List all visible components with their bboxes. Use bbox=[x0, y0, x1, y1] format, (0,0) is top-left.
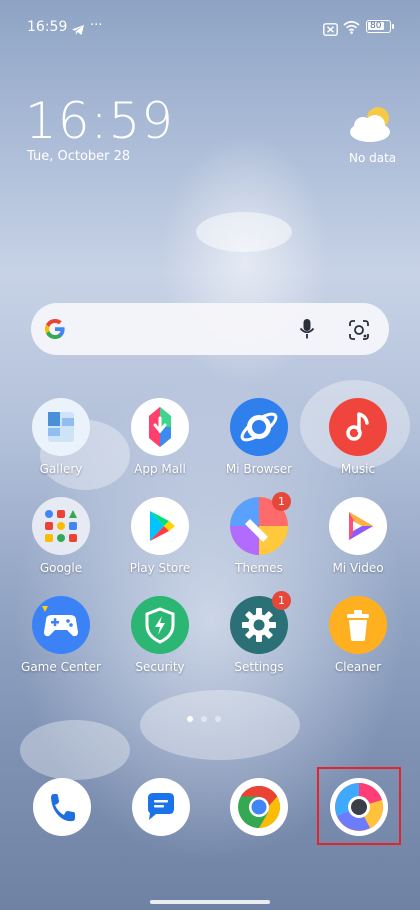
app-gallery[interactable]: Gallery bbox=[13, 398, 109, 476]
status-time: 16:59 bbox=[27, 19, 68, 35]
app-label: Game Center bbox=[21, 660, 101, 674]
app-label: Cleaner bbox=[334, 660, 382, 674]
app-label: Themes bbox=[235, 561, 283, 575]
shield-icon bbox=[131, 596, 189, 654]
highlight-box bbox=[317, 767, 401, 845]
app-label: Settings bbox=[234, 660, 284, 674]
battery-level: 80 bbox=[370, 21, 382, 31]
page-dot bbox=[215, 716, 221, 722]
mi-browser-icon bbox=[230, 398, 288, 456]
play-store-icon bbox=[131, 497, 189, 555]
google-g-icon bbox=[43, 317, 67, 345]
sim-off-icon bbox=[323, 21, 338, 40]
music-note-icon bbox=[329, 398, 387, 456]
lens-search-icon[interactable] bbox=[348, 319, 370, 345]
google-search-bar[interactable] bbox=[31, 303, 389, 355]
app-mi-video[interactable]: Mi Video bbox=[310, 497, 406, 575]
telegram-icon bbox=[71, 21, 85, 40]
google-folder-icon bbox=[32, 497, 90, 555]
app-music[interactable]: Music bbox=[310, 398, 406, 476]
notification-badge: 1 bbox=[272, 492, 291, 511]
app-google-folder[interactable]: Google bbox=[13, 497, 109, 575]
weather-cloud-icon[interactable] bbox=[348, 104, 396, 144]
dock-phone[interactable] bbox=[33, 778, 91, 836]
app-label: Music bbox=[340, 462, 376, 476]
app-label: Mi Browser bbox=[225, 462, 293, 476]
more-notifications-icon: ··· bbox=[90, 18, 103, 33]
trash-icon bbox=[329, 596, 387, 654]
notification-badge: 1 bbox=[272, 591, 291, 610]
app-label: Google bbox=[39, 561, 83, 575]
app-security[interactable]: Security bbox=[112, 596, 208, 674]
app-mi-browser[interactable]: Mi Browser bbox=[211, 398, 307, 476]
clock-widget-date[interactable]: Tue, October 28 bbox=[27, 149, 130, 164]
wallpaper-snow bbox=[140, 690, 300, 760]
wifi-icon bbox=[343, 19, 360, 38]
app-cleaner[interactable]: Cleaner bbox=[310, 596, 406, 674]
home-screen: 16:59 ··· 80 16:59 Tue, October 28 No da… bbox=[0, 0, 420, 910]
app-play-store[interactable]: Play Store bbox=[112, 497, 208, 575]
status-bar: 16:59 ··· 80 bbox=[0, 0, 420, 56]
gallery-icon bbox=[32, 398, 90, 456]
gear-icon: 1 bbox=[230, 591, 291, 654]
gesture-navigation-handle[interactable] bbox=[150, 900, 270, 904]
page-dot bbox=[201, 716, 207, 722]
messages-icon bbox=[132, 793, 190, 840]
clock-widget-time[interactable]: 16:59 bbox=[25, 92, 174, 150]
mi-video-icon bbox=[329, 497, 387, 555]
app-label: Mi Video bbox=[332, 561, 384, 575]
dock-messages[interactable] bbox=[132, 778, 190, 836]
wallpaper-snow bbox=[20, 720, 130, 780]
themes-brush-icon: 1 bbox=[230, 492, 291, 555]
app-label: App Mall bbox=[134, 462, 186, 476]
app-app-mall[interactable]: App Mall bbox=[112, 398, 208, 476]
app-label: Security bbox=[135, 660, 185, 674]
phone-icon bbox=[33, 794, 91, 840]
wallpaper-wall bbox=[196, 212, 292, 252]
page-indicator[interactable] bbox=[187, 716, 237, 724]
app-themes[interactable]: 1 Themes bbox=[211, 492, 307, 575]
weather-status[interactable]: No data bbox=[349, 151, 396, 165]
voice-search-icon[interactable] bbox=[299, 318, 315, 344]
app-label: Gallery bbox=[39, 462, 83, 476]
page-dot-active bbox=[187, 716, 193, 722]
app-settings[interactable]: 1 Settings bbox=[211, 591, 307, 674]
dock-chrome[interactable] bbox=[230, 778, 288, 836]
app-game-center[interactable]: Game Center bbox=[13, 596, 109, 674]
battery-icon: 80 bbox=[366, 20, 394, 33]
gamepad-icon bbox=[32, 596, 90, 654]
chrome-icon bbox=[230, 786, 288, 840]
app-label: Play Store bbox=[129, 561, 191, 575]
app-mall-icon bbox=[131, 398, 189, 456]
